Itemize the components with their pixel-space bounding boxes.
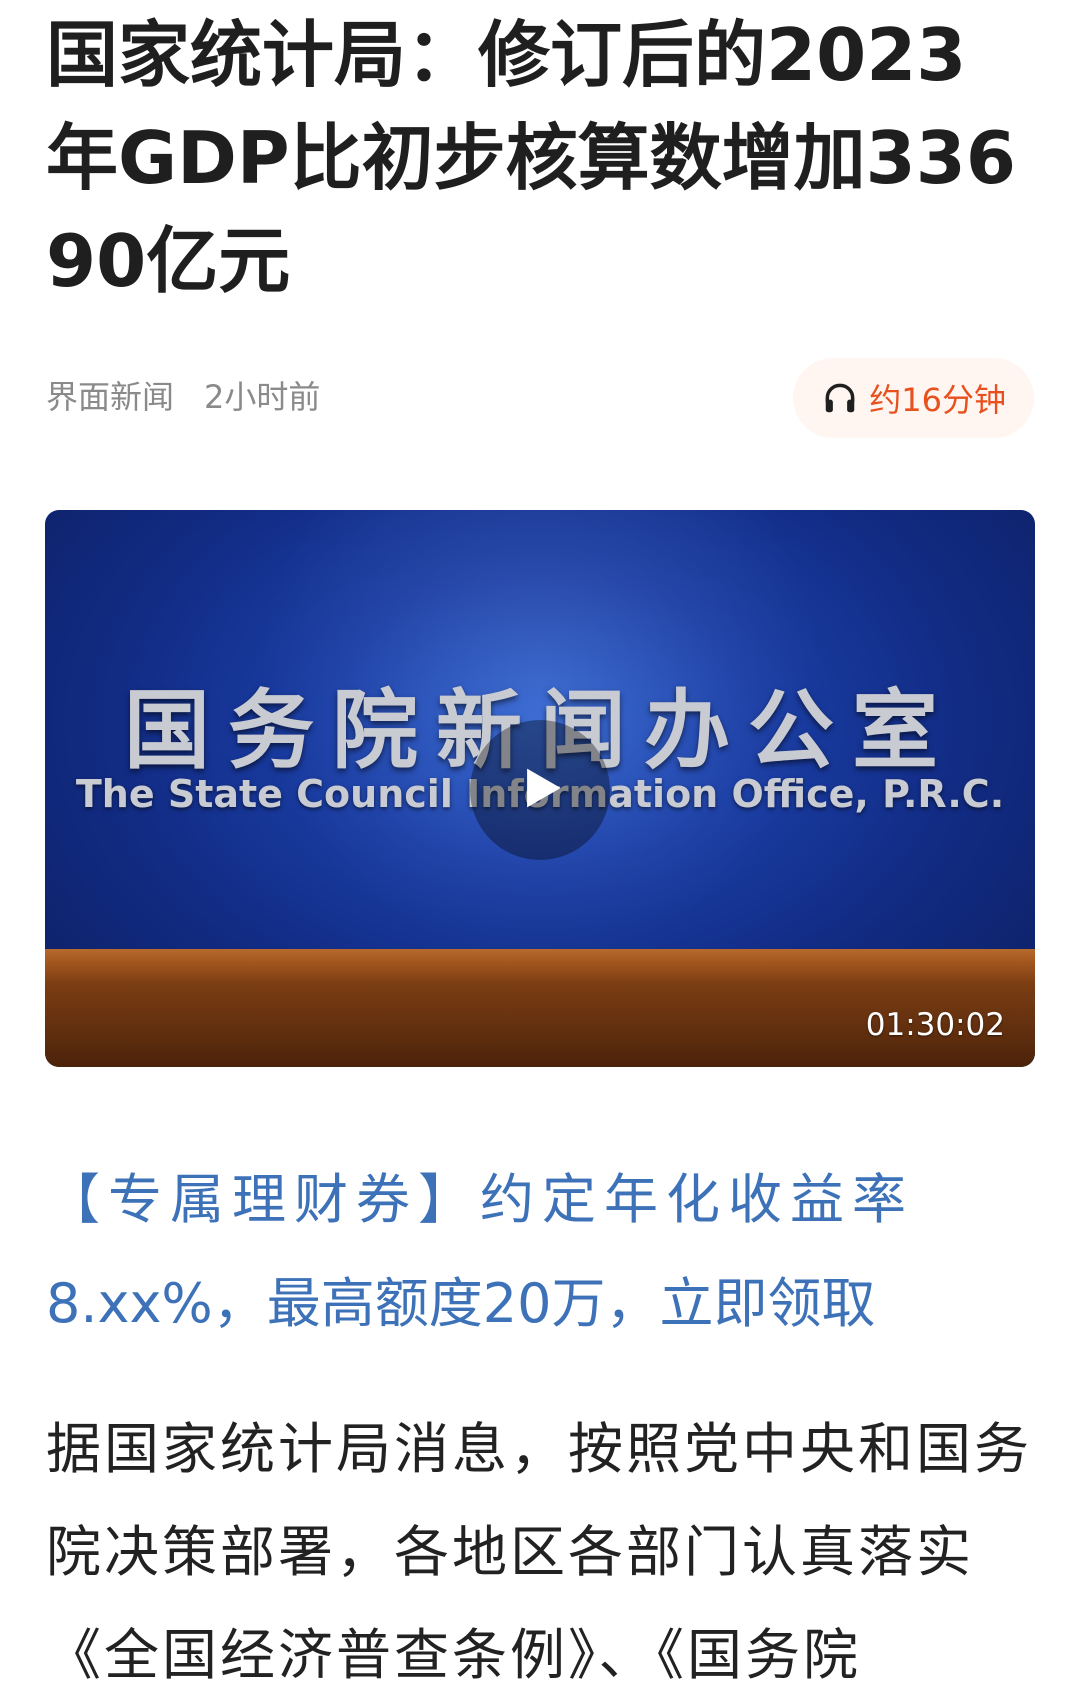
promo-line-1[interactable]: 【专属理财券】约定年化收益率 [46, 1148, 1036, 1252]
article-body: 据国家统计局消息，按照党中央和国务院决策部署，各地区各部门认真落实《全国经济普查… [46, 1417, 1033, 1687]
article-title: 国家统计局：修订后的2023年GDP比初步核算数增加33690亿元 [46, 13, 1016, 303]
article-meta: 界面新闻 2小时前 [46, 372, 320, 418]
headphones-icon [821, 379, 859, 417]
video-player[interactable]: 国务院新闻办公室 The State Council Information O… [45, 510, 1035, 1067]
play-icon [509, 757, 571, 823]
publish-time: 2小时前 [204, 378, 321, 416]
video-duration: 01:30:02 [865, 1007, 1005, 1043]
promo-link[interactable]: 【专属理财券】约定年化收益率 8.xx%，最高额度20万，立即领取 [46, 1148, 1036, 1356]
play-button[interactable] [470, 720, 610, 860]
promo-line-2[interactable]: 8.xx%，最高额度20万，立即领取 [46, 1252, 1036, 1356]
listen-button[interactable]: 约16分钟 [793, 358, 1034, 438]
source-name[interactable]: 界面新闻 [46, 378, 174, 416]
listen-duration: 约16分钟 [869, 381, 1006, 419]
